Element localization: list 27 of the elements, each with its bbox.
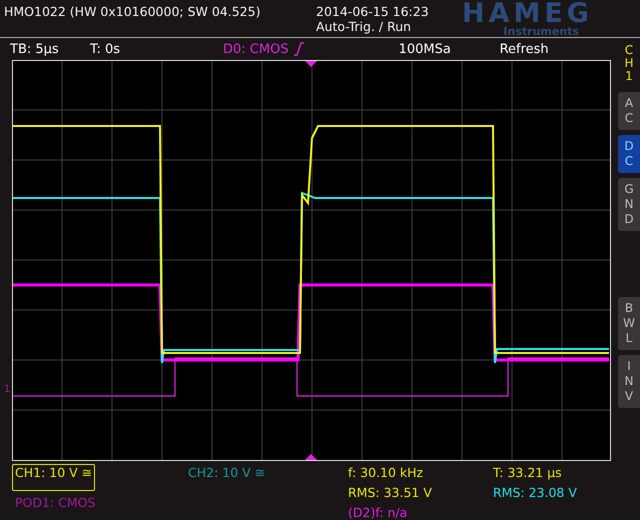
measurement-value: (D2)f: n/a <box>347 504 408 520</box>
measurement-value: RMS: 23.08 V <box>492 484 578 501</box>
trigger-time: T: 0s <box>90 42 122 56</box>
measurement-value: RMS: 33.51 V <box>347 484 433 501</box>
sample-rate: 100MSa <box>398 42 452 56</box>
coupling-button[interactable]: AC <box>618 92 640 130</box>
timebase: TB: 5µs <box>10 42 60 56</box>
acquire-mode: Refresh <box>500 42 549 56</box>
trigger-status: Auto-Trig. / Run <box>316 19 412 34</box>
trigger-source: D0: CMOS <box>223 42 289 56</box>
channel-readout[interactable]: CH1: 10 V ≅ <box>12 464 96 491</box>
channel-label: CH1 <box>623 44 635 84</box>
ground-marker: 1 <box>4 385 10 395</box>
trigger-position-icon <box>305 454 317 460</box>
device-info: HMO1022 (HW 0x10160000; SW 04.525) <box>4 4 262 21</box>
coupling-button[interactable]: INV <box>618 354 640 408</box>
trigger-position-icon <box>305 61 317 67</box>
coupling-button[interactable]: BWL <box>618 296 640 350</box>
brand-subtitle: Instruments <box>503 27 579 37</box>
date-time: 2014-06-15 16:23 <box>316 4 430 19</box>
measurement-value: f: 30.10 kHz <box>347 464 424 481</box>
measurement-value: T: 33.21 µs <box>492 464 563 481</box>
coupling-button[interactable]: GND <box>618 178 640 231</box>
channel-readout[interactable]: CH2: 10 V ≅ <box>185 464 268 491</box>
rising-edge-icon <box>292 41 305 57</box>
brand-logo: HAMEG <box>462 0 593 27</box>
coupling-button[interactable]: DC <box>618 134 640 173</box>
